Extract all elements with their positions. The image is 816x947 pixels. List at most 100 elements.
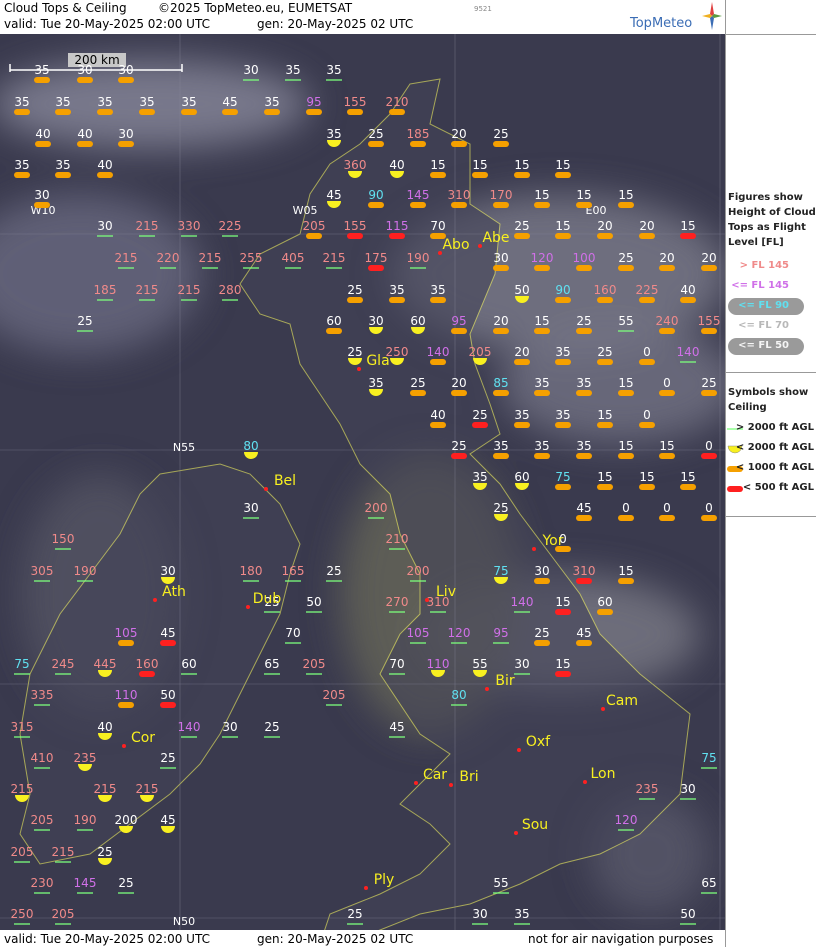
station-marker[interactable]: 60 bbox=[597, 595, 613, 615]
station-marker[interactable]: 40 bbox=[97, 720, 113, 740]
station-marker[interactable]: 70 bbox=[430, 219, 446, 239]
station-marker[interactable]: 90 bbox=[368, 188, 384, 208]
station-marker[interactable]: 155 bbox=[344, 95, 367, 115]
station-marker[interactable]: 25 bbox=[368, 127, 384, 147]
station-marker[interactable]: 50 bbox=[680, 907, 696, 925]
station-marker[interactable]: 215 bbox=[199, 251, 222, 269]
station-marker[interactable]: 35 bbox=[534, 439, 550, 459]
station-marker[interactable]: 45 bbox=[326, 188, 342, 208]
station-marker[interactable]: 15 bbox=[597, 470, 613, 490]
station-marker[interactable]: 15 bbox=[618, 564, 634, 584]
station-marker[interactable]: 30 bbox=[222, 720, 238, 738]
station-marker[interactable]: 225 bbox=[219, 219, 242, 237]
station-marker[interactable]: 25 bbox=[410, 376, 426, 396]
station-marker[interactable]: 15 bbox=[576, 188, 592, 208]
station-marker[interactable]: 35 bbox=[430, 283, 446, 303]
station-marker[interactable]: 35 bbox=[14, 95, 30, 115]
station-marker[interactable]: 65 bbox=[701, 876, 717, 894]
station-marker[interactable]: 60 bbox=[326, 314, 342, 334]
station-marker[interactable]: 0 bbox=[701, 439, 717, 459]
station-marker[interactable]: 35 bbox=[493, 439, 509, 459]
station-marker[interactable]: 30 bbox=[77, 63, 93, 83]
station-marker[interactable]: 75 bbox=[493, 564, 509, 584]
station-marker[interactable]: 30 bbox=[493, 251, 509, 271]
station-marker[interactable]: 15 bbox=[659, 439, 675, 459]
station-marker[interactable]: 75 bbox=[701, 751, 717, 769]
station-marker[interactable]: 90 bbox=[555, 283, 571, 303]
station-marker[interactable]: 0 bbox=[701, 501, 717, 521]
station-marker[interactable]: 35 bbox=[326, 63, 342, 81]
station-marker[interactable]: 40 bbox=[97, 158, 113, 178]
station-marker[interactable]: 15 bbox=[597, 408, 613, 428]
station-marker[interactable]: 15 bbox=[618, 376, 634, 396]
station-marker[interactable]: 205 bbox=[11, 845, 34, 863]
city-marker[interactable]: Cam bbox=[601, 693, 638, 711]
station-marker[interactable]: 30 bbox=[118, 63, 134, 83]
station-marker[interactable]: 250 bbox=[11, 907, 34, 925]
station-marker[interactable]: 40 bbox=[35, 127, 51, 147]
station-marker[interactable]: 15 bbox=[680, 219, 696, 239]
station-marker[interactable]: 205 bbox=[323, 688, 346, 706]
station-marker[interactable]: 15 bbox=[472, 158, 488, 178]
station-marker[interactable]: 15 bbox=[639, 470, 655, 490]
station-marker[interactable]: 25 bbox=[347, 345, 363, 365]
station-marker[interactable]: 50 bbox=[514, 283, 530, 303]
station-marker[interactable]: 145 bbox=[74, 876, 97, 894]
station-marker[interactable]: 15 bbox=[555, 657, 571, 677]
station-marker[interactable]: 15 bbox=[430, 158, 446, 178]
station-marker[interactable]: 50 bbox=[306, 595, 322, 613]
station-marker[interactable]: 30 bbox=[368, 314, 384, 334]
station-marker[interactable]: 40 bbox=[430, 408, 446, 428]
station-marker[interactable]: 15 bbox=[618, 188, 634, 208]
city-marker[interactable]: Ply bbox=[364, 872, 394, 890]
station-marker[interactable]: 35 bbox=[97, 95, 113, 115]
station-marker[interactable]: 40 bbox=[680, 283, 696, 303]
station-marker[interactable]: 65 bbox=[264, 657, 280, 675]
station-marker[interactable]: 15 bbox=[618, 439, 634, 459]
station-marker[interactable]: 230 bbox=[31, 876, 54, 894]
station-marker[interactable]: 25 bbox=[493, 127, 509, 147]
city-marker[interactable]: Car bbox=[414, 767, 447, 785]
city-marker[interactable]: Abo bbox=[438, 237, 470, 255]
station-marker[interactable]: 35 bbox=[534, 376, 550, 396]
station-marker[interactable]: 35 bbox=[181, 95, 197, 115]
station-marker[interactable]: 70 bbox=[285, 626, 301, 644]
station-marker[interactable]: 205 bbox=[303, 657, 326, 675]
station-marker[interactable]: 45 bbox=[576, 626, 592, 646]
station-marker[interactable]: 30 bbox=[160, 564, 176, 584]
station-marker[interactable]: 15 bbox=[534, 188, 550, 208]
station-marker[interactable]: 80 bbox=[243, 439, 259, 459]
station-marker[interactable]: 0 bbox=[659, 501, 675, 521]
city-marker[interactable]: Bel bbox=[264, 473, 296, 491]
station-marker[interactable]: 25 bbox=[118, 876, 134, 894]
station-marker[interactable]: 15 bbox=[555, 158, 571, 178]
station-marker[interactable]: 60 bbox=[410, 314, 426, 334]
station-marker[interactable]: 45 bbox=[222, 95, 238, 115]
station-marker[interactable]: 25 bbox=[264, 720, 280, 738]
station-marker[interactable]: 60 bbox=[514, 470, 530, 490]
station-marker[interactable]: 35 bbox=[326, 127, 342, 147]
station-marker[interactable]: 45 bbox=[576, 501, 592, 521]
station-marker[interactable]: 20 bbox=[514, 345, 530, 365]
station-marker[interactable]: 15 bbox=[534, 314, 550, 334]
station-marker[interactable]: 35 bbox=[139, 95, 155, 115]
station-marker[interactable]: 35 bbox=[472, 470, 488, 490]
satellite-map[interactable]: 200 km W10 W05 E00 N55 N50 35 30 30 30 35 35 35 35 35 3… bbox=[0, 34, 725, 930]
station-marker[interactable]: 15 bbox=[680, 470, 696, 490]
station-marker[interactable]: 45 bbox=[160, 626, 176, 646]
station-marker[interactable]: 155 bbox=[698, 314, 721, 334]
station-marker[interactable]: 35 bbox=[368, 376, 384, 396]
station-marker[interactable]: 20 bbox=[701, 251, 717, 271]
station-marker[interactable]: 35 bbox=[389, 283, 405, 303]
station-marker[interactable]: 30 bbox=[680, 782, 696, 800]
station-marker[interactable]: 15 bbox=[555, 219, 571, 239]
station-marker[interactable]: 30 bbox=[34, 188, 50, 208]
station-marker[interactable]: 35 bbox=[555, 408, 571, 428]
station-marker[interactable]: 25 bbox=[701, 376, 717, 396]
station-marker[interactable]: 45 bbox=[160, 813, 176, 833]
station-marker[interactable]: 75 bbox=[555, 470, 571, 490]
station-marker[interactable]: 20 bbox=[597, 219, 613, 239]
station-marker[interactable]: 35 bbox=[514, 408, 530, 428]
station-marker[interactable]: 35 bbox=[555, 345, 571, 365]
station-marker[interactable]: 35 bbox=[264, 95, 280, 115]
